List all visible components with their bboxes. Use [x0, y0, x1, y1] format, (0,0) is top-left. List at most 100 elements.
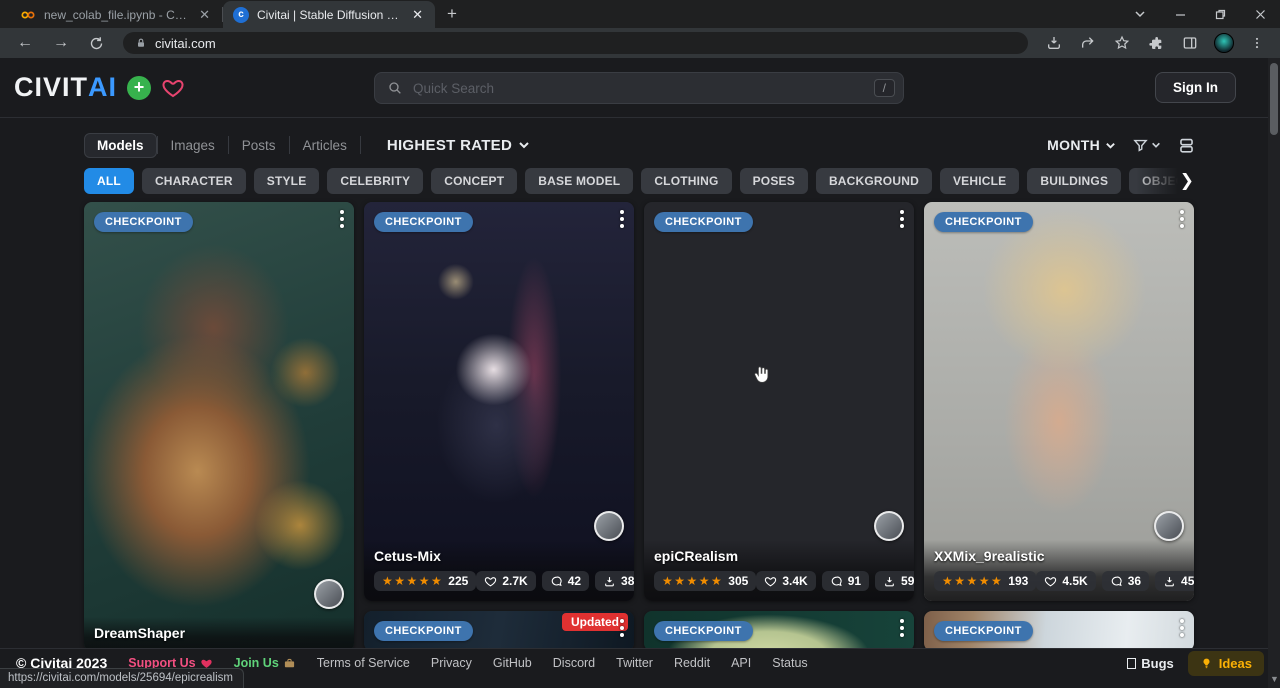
heart-icon [484, 575, 497, 588]
reload-icon[interactable] [82, 36, 111, 51]
footer-link-privacy[interactable]: Privacy [431, 656, 472, 670]
checkpoint-badge: CHECKPOINT [654, 212, 753, 232]
categories-scroll-right-icon[interactable]: ❯ [1180, 171, 1196, 191]
creator-avatar[interactable] [594, 511, 624, 541]
category-chip-all[interactable]: ALL [84, 168, 134, 194]
ideas-button[interactable]: Ideas [1188, 651, 1264, 676]
sign-in-button[interactable]: Sign In [1155, 72, 1236, 103]
colab-icon [20, 7, 36, 23]
civitai-favicon-icon: c [233, 7, 249, 23]
card-menu-icon[interactable] [1180, 619, 1184, 637]
bugs-link[interactable]: Bugs [1127, 656, 1174, 671]
scrollbar-thumb[interactable] [1270, 63, 1278, 135]
category-chip-base-model[interactable]: BASE MODEL [525, 168, 633, 194]
bug-icon [1127, 658, 1136, 669]
back-icon[interactable]: ← [10, 34, 40, 52]
browser-tabstrip: new_colab_file.ipynb - Colaborat ✕ c Civ… [0, 0, 1280, 28]
category-chip-character[interactable]: CHARACTER [142, 168, 246, 194]
card-stats: ★★★★★3053.4K9159K [654, 571, 904, 591]
tab-search-icon[interactable] [1120, 0, 1160, 28]
footer-link-api[interactable]: API [731, 656, 751, 670]
category-chip-concept[interactable]: CONCEPT [431, 168, 517, 194]
create-plus-button[interactable]: + [127, 76, 151, 100]
model-card-epicrealism[interactable]: CHECKPOINTepiCRealism★★★★★3053.4K9159K [644, 202, 914, 601]
category-chip-buildings[interactable]: BUILDINGS [1027, 168, 1121, 194]
scrollbar-down-arrow[interactable]: ▼ [1270, 674, 1279, 684]
tab-title: new_colab_file.ipynb - Colaborat [44, 8, 187, 22]
model-card-dreamshaper[interactable]: CHECKPOINTDreamShaper [84, 202, 354, 651]
updated-badge: Updated [562, 613, 628, 631]
period-dropdown[interactable]: MONTH [1047, 137, 1116, 153]
download-page-icon[interactable] [1040, 35, 1068, 51]
creator-avatar[interactable] [314, 579, 344, 609]
category-chip-style[interactable]: STYLE [254, 168, 320, 194]
address-bar[interactable]: civitai.com [123, 32, 1028, 54]
share-icon[interactable] [1074, 35, 1102, 51]
star-icons: ★★★★★ [942, 574, 1003, 588]
forward-icon[interactable]: → [46, 34, 76, 52]
footer-link-discord[interactable]: Discord [553, 656, 595, 670]
rating-count: 193 [1008, 574, 1028, 588]
browser-tab-civitai[interactable]: c Civitai | Stable Diffusion models, ✕ [223, 1, 435, 28]
side-panel-icon[interactable] [1176, 35, 1204, 51]
card-menu-icon[interactable] [900, 619, 904, 637]
layout-toggle-button[interactable] [1177, 136, 1196, 155]
quick-search[interactable]: / [374, 72, 904, 104]
model-card-partial[interactable]: UpdatedCHECKPOINT [364, 611, 634, 651]
model-card-partial[interactable]: CHECKPOINT [644, 611, 914, 651]
card-menu-icon[interactable] [340, 210, 344, 228]
likes-pill: 2.7K [476, 571, 535, 591]
civitai-logo[interactable]: CIVITAI [14, 72, 117, 103]
category-chip-background[interactable]: BACKGROUND [816, 168, 932, 194]
footer-link-join-us[interactable]: Join Us [234, 656, 296, 670]
new-tab-button[interactable]: + [435, 4, 469, 24]
close-tab-icon[interactable]: ✕ [408, 6, 427, 23]
status-url-bubble: https://civitai.com/models/25694/epicrea… [0, 668, 244, 688]
category-chip-clothing[interactable]: CLOTHING [641, 168, 731, 194]
footer-link-terms-of-service[interactable]: Terms of Service [317, 656, 410, 670]
tab-images[interactable]: Images [158, 133, 228, 158]
category-chip-poses[interactable]: POSES [740, 168, 808, 194]
category-chip-celebrity[interactable]: CELEBRITY [327, 168, 423, 194]
creator-avatar[interactable] [1154, 511, 1184, 541]
search-input[interactable] [413, 81, 864, 96]
card-menu-icon[interactable] [1180, 210, 1184, 228]
category-chip-vehicle[interactable]: VEHICLE [940, 168, 1019, 194]
close-tab-icon[interactable]: ✕ [195, 6, 214, 23]
page-scrollbar[interactable]: ▼ [1268, 58, 1280, 688]
model-card-xxmix_9realistic[interactable]: CHECKPOINTXXMix_9realistic★★★★★1934.5K36… [924, 202, 1194, 601]
model-card-partial[interactable]: CHECKPOINT [924, 611, 1194, 651]
stat-pills: 4.5K3645K [1036, 571, 1194, 591]
comment-icon [550, 575, 563, 588]
close-window-button[interactable] [1240, 0, 1280, 28]
heart-icon [764, 575, 777, 588]
minimize-button[interactable] [1160, 0, 1200, 28]
card-menu-icon[interactable] [900, 210, 904, 228]
footer-link-twitter[interactable]: Twitter [616, 656, 653, 670]
creator-avatar[interactable] [874, 511, 904, 541]
bookmark-star-icon[interactable] [1108, 35, 1136, 51]
restore-button[interactable] [1200, 0, 1240, 28]
footer-link-status[interactable]: Status [772, 656, 807, 670]
footer-link-github[interactable]: GitHub [493, 656, 532, 670]
tab-posts[interactable]: Posts [229, 133, 289, 158]
extensions-icon[interactable] [1142, 35, 1170, 51]
card-menu-icon[interactable] [620, 619, 624, 637]
chevron-down-icon [518, 139, 530, 151]
sort-dropdown[interactable]: HIGHEST RATED [387, 137, 530, 154]
checkpoint-badge: CHECKPOINT [934, 621, 1033, 641]
model-card-cetus-mix[interactable]: CHECKPOINTCetus-Mix★★★★★2252.7K4238K [364, 202, 634, 601]
footer-link-reddit[interactable]: Reddit [674, 656, 710, 670]
browser-tab-colab[interactable]: new_colab_file.ipynb - Colaborat ✕ [10, 1, 222, 28]
downloads-pill: 59K [875, 571, 914, 591]
tab-models[interactable]: Models [84, 133, 157, 158]
browser-menu-icon[interactable] [1244, 36, 1270, 50]
card-menu-icon[interactable] [620, 210, 624, 228]
model-preview-image[interactable] [84, 202, 354, 651]
favorites-heart-icon[interactable] [161, 76, 185, 100]
browser-profile-avatar[interactable] [1214, 33, 1234, 53]
filter-button[interactable] [1132, 137, 1161, 154]
tab-articles[interactable]: Articles [290, 133, 360, 158]
logo-civit-text: CIVIT [14, 72, 88, 103]
lightbulb-icon [1200, 657, 1213, 670]
